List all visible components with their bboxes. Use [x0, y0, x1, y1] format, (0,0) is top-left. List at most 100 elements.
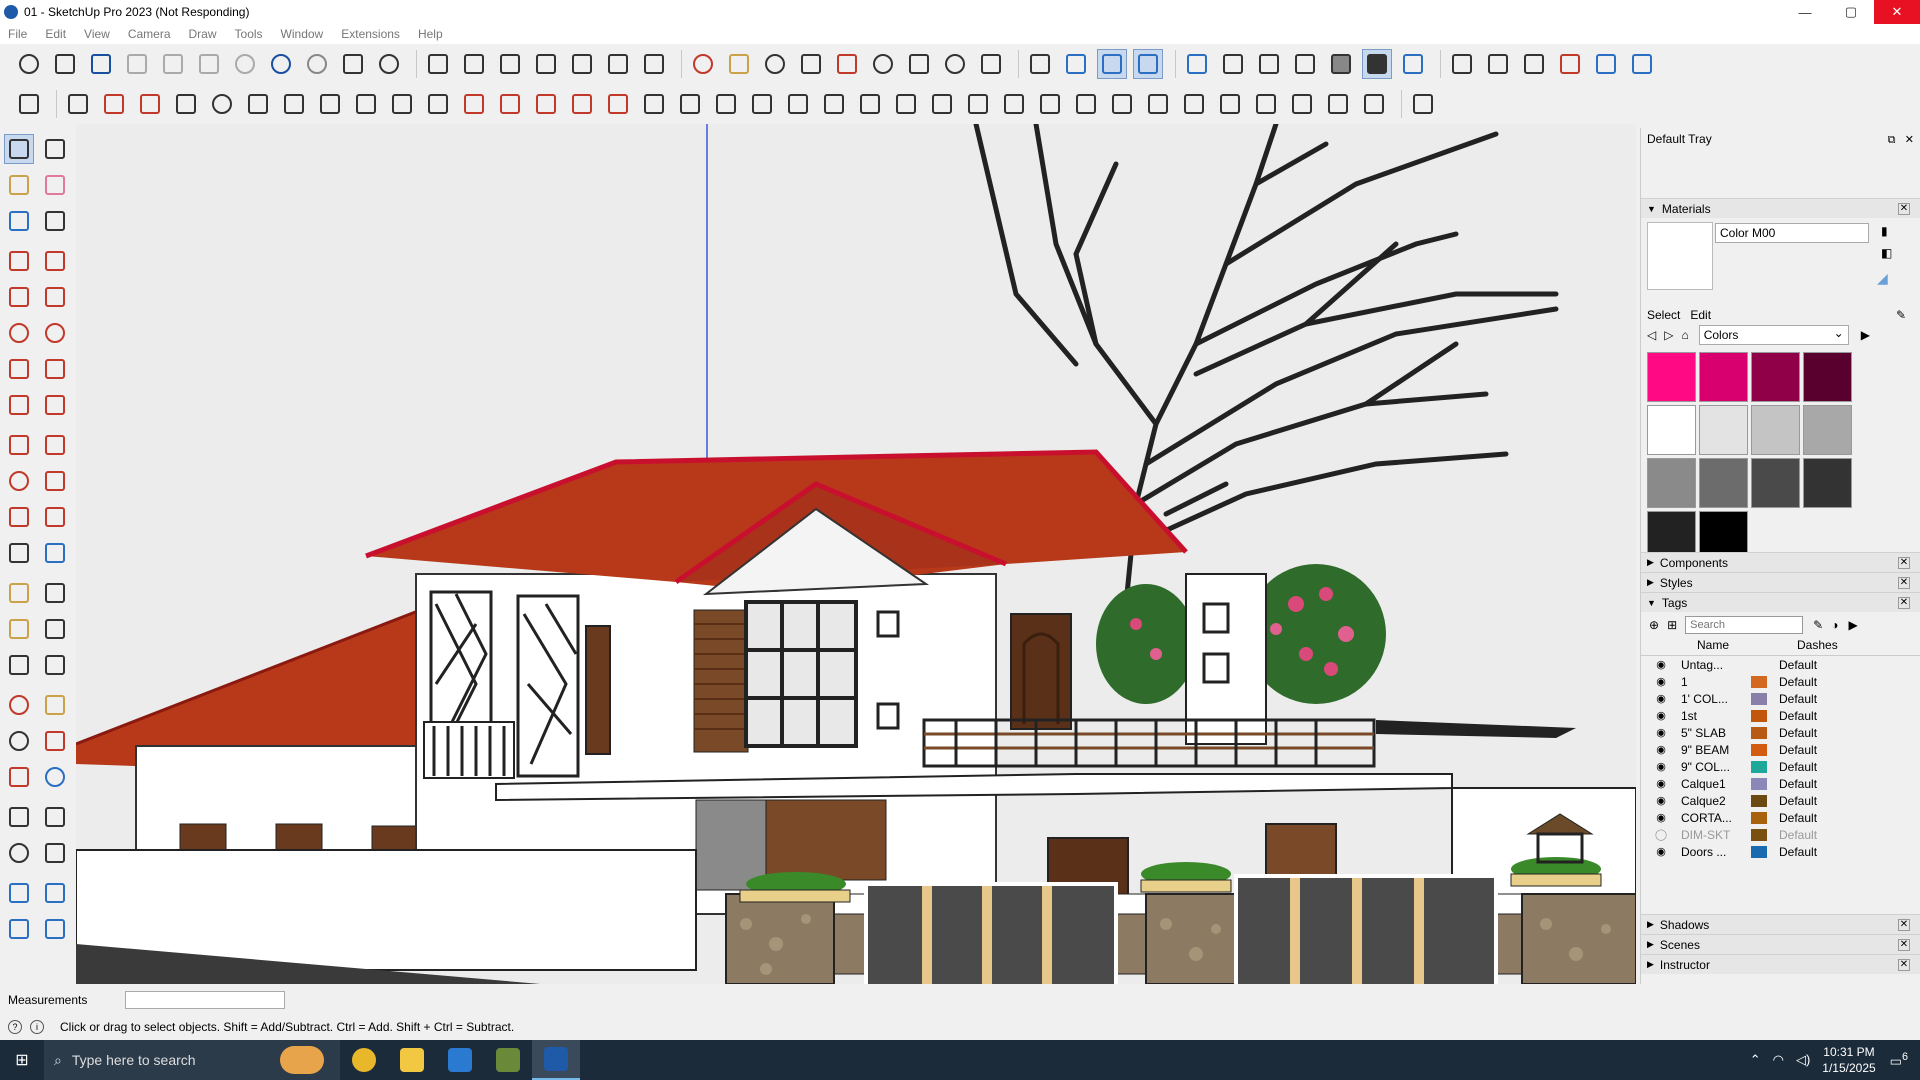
previous-view-icon[interactable]: [868, 49, 898, 79]
print-icon[interactable]: [338, 49, 368, 79]
geolocation-icon[interactable]: ?: [8, 1020, 22, 1034]
tag-row[interactable]: ◉ CORTA... Default: [1641, 809, 1920, 826]
save-icon[interactable]: [86, 49, 116, 79]
position-camera-tool-icon[interactable]: [4, 802, 34, 832]
menu-file[interactable]: File: [8, 27, 27, 41]
display-section-cuts-icon[interactable]: [1133, 49, 1163, 79]
tags-search-input[interactable]: [1685, 616, 1804, 634]
library-select[interactable]: Colors: [1698, 325, 1849, 345]
default-material-icon[interactable]: ◧: [1881, 246, 1892, 260]
zoom-window-icon[interactable]: [796, 49, 826, 79]
hand-tool-icon[interactable]: [711, 89, 741, 119]
tag-row[interactable]: ◉ Calque1 Default: [1641, 775, 1920, 792]
color-swatch[interactable]: [1699, 458, 1748, 508]
open-folder-icon[interactable]: [50, 49, 80, 79]
instructor-panel-header[interactable]: ▶ Instructor ✕: [1641, 954, 1920, 974]
tape-measure-icon[interactable]: [4, 578, 34, 608]
flip-icon[interactable]: [4, 538, 34, 568]
text-icon[interactable]: [40, 614, 70, 644]
tag-color-swatch[interactable]: [1751, 692, 1767, 705]
menu-camera[interactable]: Camera: [128, 27, 171, 41]
color-swatch[interactable]: [1751, 352, 1800, 402]
layout-send-icon[interactable]: [1627, 49, 1657, 79]
tray-close-icon[interactable]: ✕: [1905, 134, 1914, 146]
zoom-window-tool-icon[interactable]: [40, 726, 70, 756]
profile-tool-icon[interactable]: [567, 89, 597, 119]
tag-tool-icon[interactable]: ✎: [1813, 618, 1823, 632]
color-swatch[interactable]: [1751, 405, 1800, 455]
menu-draw[interactable]: Draw: [189, 27, 217, 41]
truss-tool-icon[interactable]: [963, 89, 993, 119]
tag-row[interactable]: ◉ 9" COL... Default: [1641, 758, 1920, 775]
bezier-tool-icon[interactable]: [63, 89, 93, 119]
visibility-eye-icon[interactable]: ◉: [1641, 726, 1681, 739]
rectangle-icon[interactable]: [4, 282, 34, 312]
pan-icon[interactable]: [724, 49, 754, 79]
column-header-dashes[interactable]: Dashes: [1797, 638, 1857, 655]
look-around-tool-icon[interactable]: [4, 838, 34, 868]
louver-tool-icon[interactable]: [1287, 89, 1317, 119]
tag-tool-icon[interactable]: [4, 206, 34, 236]
rotate-icon[interactable]: [4, 466, 34, 496]
tag-dashes[interactable]: Default: [1779, 658, 1839, 672]
warehouse-icon[interactable]: [1447, 49, 1477, 79]
measure-angle-icon[interactable]: [1408, 89, 1438, 119]
front-view-icon[interactable]: [495, 49, 525, 79]
tag-color-swatch[interactable]: [1751, 828, 1767, 841]
tag-row[interactable]: ◉ Doors ... Default: [1641, 843, 1920, 860]
color-by-tag-icon[interactable]: ◑: [1831, 618, 1838, 632]
paste-icon[interactable]: [194, 49, 224, 79]
panel-tool-icon[interactable]: [1179, 89, 1209, 119]
section-plane-tool-icon[interactable]: [40, 838, 70, 868]
line-draw-icon[interactable]: [4, 246, 34, 276]
share-model-icon[interactable]: [1519, 49, 1549, 79]
sweep-tool-icon[interactable]: [603, 89, 633, 119]
tag-row[interactable]: ◯ DIM-SKT Default: [1641, 826, 1920, 843]
scenes-panel-header[interactable]: ▶ Scenes ✕: [1641, 934, 1920, 954]
photos-app-icon[interactable]: [484, 1040, 532, 1080]
paint-bucket-icon[interactable]: [4, 170, 34, 200]
tag-dashes[interactable]: Default: [1779, 794, 1839, 808]
close-panel-icon[interactable]: ✕: [1898, 576, 1910, 589]
grid-tool-icon[interactable]: [675, 89, 705, 119]
tag-dashes[interactable]: Default: [1779, 845, 1839, 859]
forward-arrow-icon[interactable]: ▷: [1664, 328, 1673, 342]
visibility-eye-icon[interactable]: ◯: [1641, 828, 1681, 841]
color-swatch[interactable]: [1803, 405, 1852, 455]
visibility-eye-icon[interactable]: ◉: [1641, 709, 1681, 722]
curve-tool-icon[interactable]: [99, 89, 129, 119]
tag-color-swatch[interactable]: [1751, 777, 1767, 790]
materials-panel-header[interactable]: ▼ Materials ✕: [1641, 198, 1920, 218]
zoom-extents-tool-icon[interactable]: [4, 762, 34, 792]
measurements-input[interactable]: [125, 991, 286, 1009]
tag-dashes[interactable]: Default: [1779, 726, 1839, 740]
tag-color-swatch[interactable]: [1751, 743, 1767, 756]
curve-edit-icon[interactable]: [135, 89, 165, 119]
three-point-arc-icon[interactable]: [4, 390, 34, 420]
tag-row[interactable]: ◉ 1st Default: [1641, 707, 1920, 724]
drawing-viewport[interactable]: [76, 124, 1636, 984]
color-swatch[interactable]: [1647, 352, 1696, 402]
notification-icon[interactable]: ▭6: [1890, 1051, 1908, 1069]
shaded-textures-style-icon[interactable]: [1326, 49, 1356, 79]
extension-manager-icon[interactable]: [1591, 49, 1621, 79]
clock[interactable]: 10:31 PM 1/15/2025: [1822, 1044, 1875, 1076]
iso-view-icon[interactable]: [423, 49, 453, 79]
wireframe-style-icon[interactable]: [1218, 49, 1248, 79]
close-panel-icon[interactable]: ✕: [1898, 596, 1910, 609]
pan-tool-icon[interactable]: [40, 690, 70, 720]
tag-dashes[interactable]: Default: [1779, 692, 1839, 706]
orbit-tool-icon[interactable]: [4, 690, 34, 720]
hatch-tool-icon[interactable]: [1143, 89, 1173, 119]
minimize-button[interactable]: —: [1782, 0, 1828, 24]
vscode-icon[interactable]: [436, 1040, 484, 1080]
tag-dashes[interactable]: Default: [1779, 777, 1839, 791]
follow-me-icon[interactable]: [40, 466, 70, 496]
tag-dashes[interactable]: Default: [1779, 709, 1839, 723]
stair-spiral-icon[interactable]: [1071, 89, 1101, 119]
sandbox-grid-icon[interactable]: [40, 878, 70, 908]
walk-icon[interactable]: [976, 49, 1006, 79]
lattice-tool-icon[interactable]: [1251, 89, 1281, 119]
monochrome-style-icon[interactable]: [1362, 49, 1392, 79]
fillet-tool-icon[interactable]: [423, 89, 453, 119]
